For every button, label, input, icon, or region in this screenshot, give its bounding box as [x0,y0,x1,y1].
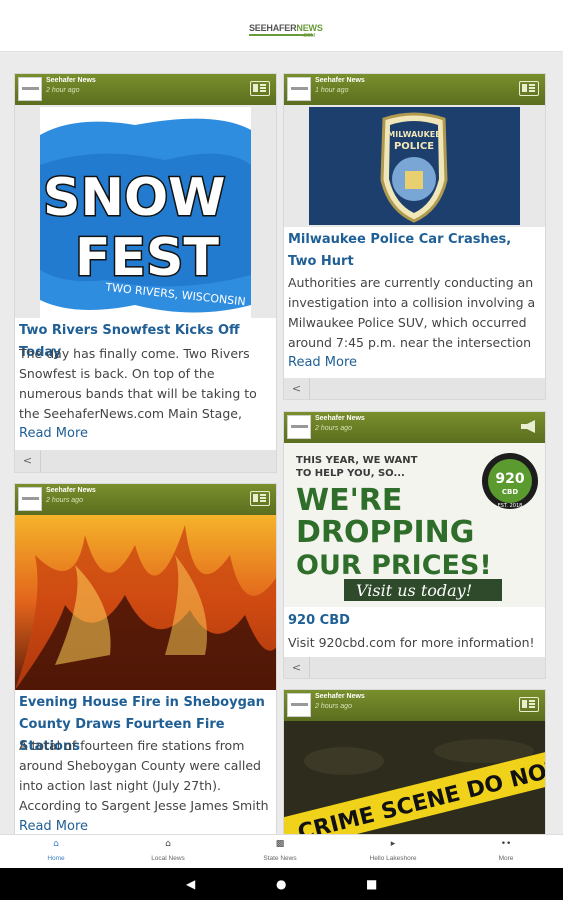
ad-line-4: DROPPING [296,515,474,550]
nav-label: Local News [151,855,185,862]
card-header: Seehafer News 1 hour ago [284,74,545,105]
fest-text: FEST [75,228,219,288]
post-time: 2 hours ago [315,425,352,432]
article-type-icon[interactable] [519,81,539,96]
card-header: Seehafer News 2 hour ago [15,74,276,105]
building-icon: ▩ [275,839,285,849]
read-more-link[interactable]: Read More [288,355,357,370]
source-name: Seehafer News [315,415,365,422]
article-excerpt: A total of fourteen fire stations from a… [19,738,269,813]
nav-state-news[interactable]: ▩ State News [224,835,336,869]
nav-label: State News [263,855,297,862]
ad-line-3: WE'RE [296,483,402,518]
article-type-icon[interactable] [519,697,539,712]
post-time: 2 hours ago [46,497,83,504]
article-excerpt: The day has finally come. Two Rivers Sno… [19,346,257,421]
home-button-icon[interactable]: ● [276,877,286,891]
article-image[interactable] [15,515,276,690]
card-actions: < [284,657,545,678]
badge-bottom-text: POLICE [394,141,434,152]
system-navigation-bar: ◀ ● ■ [0,868,563,900]
news-card-snowfest[interactable]: Seehafer News 2 hour ago SNOW FEST TWO R… [14,73,277,473]
nav-more[interactable]: •• More [450,835,562,869]
crime-scene-image: CRIME SCENE DO NOT CROSS [284,721,545,834]
source-avatar [287,415,311,439]
card-actions: < [15,450,276,472]
card-actions: < [284,378,545,399]
news-card-crime-scene[interactable]: Seehafer News 2 hours ago CRIME SCENE DO… [283,689,546,835]
post-time: 1 hour ago [315,87,349,94]
ad-cta: Visit us today! [356,581,472,600]
logo-accent: NEWS [296,23,323,33]
seehafer-news-logo[interactable]: SEEHAFERNEWS .COM [249,23,323,41]
bottom-navigation: ⌂ Home ⌂ Local News ▩ State News ▸ Hello… [0,834,563,868]
logo-main: SEEHAFER [249,23,297,33]
ad-image[interactable]: THIS YEAR, WE WANT TO HELP YOU, SO... WE… [284,443,545,607]
share-icon[interactable]: < [284,378,310,399]
share-icon[interactable]: < [15,450,41,472]
back-icon[interactable]: ◀ [186,877,195,891]
read-more-link[interactable]: Read More [19,819,88,834]
card-header: Seehafer News 2 hours ago [284,412,545,443]
article-image[interactable]: SNOW FEST TWO RIVERS, WISCONSIN [15,105,276,318]
article-type-icon[interactable] [250,491,270,506]
nav-hello-lakeshore[interactable]: ▸ Hello Lakeshore [337,835,449,869]
nav-label: Hello Lakeshore [369,855,417,862]
snow-text: SNOW [43,168,226,228]
badge-cbd: CBD [502,488,518,496]
cbd-ad-image: THIS YEAR, WE WANT TO HELP YOU, SO... WE… [288,445,543,605]
recents-icon[interactable]: ■ [366,877,377,891]
nav-label: Home [47,855,65,862]
source-name: Seehafer News [315,77,365,84]
badge-top-text: MILWAUKEE [387,130,440,139]
news-card-milwaukee-police[interactable]: Seehafer News 1 hour ago MILWAUKEE POLIC… [283,73,546,400]
source-avatar [18,487,42,511]
ad-line-5: OUR PRICES! [296,550,492,581]
logo-sub: .COM [301,33,315,39]
post-time: 2 hour ago [46,87,80,94]
source-name: Seehafer News [315,693,365,700]
police-badge-image: MILWAUKEE POLICE [309,107,520,225]
ad-excerpt: Visit 920cbd.com for more information! [288,635,535,650]
ad-headline[interactable]: 920 CBD [288,610,541,632]
more-icon: •• [500,839,512,849]
ad-line-1: THIS YEAR, WE WANT [296,455,418,466]
badge-est: EST. 2018 [498,503,523,509]
share-icon[interactable]: < [284,657,310,678]
article-excerpt: Authorities are currently conducting an … [288,275,536,350]
article-image[interactable]: CRIME SCENE DO NOT CROSS [284,721,545,834]
ad-card-920cbd[interactable]: Seehafer News 2 hours ago THIS YEAR, WE … [283,411,546,679]
badge-920: 920 [495,471,524,487]
app-header: SEEHAFERNEWS .COM [0,0,563,52]
speaker-icon: ▸ [390,839,396,849]
ad-line-2: TO HELP YOU, SO... [296,468,405,479]
article-headline[interactable]: Milwaukee Police Car Crashes, Two Hurt [288,229,541,273]
source-avatar [287,693,311,717]
home-icon: ⌂ [53,839,59,849]
source-avatar [287,77,311,101]
source-name: Seehafer News [46,77,96,84]
megaphone-icon[interactable] [519,419,539,434]
post-time: 2 hours ago [315,703,352,710]
source-name: Seehafer News [46,487,96,494]
home-icon: ⌂ [165,839,171,849]
source-avatar [18,77,42,101]
fire-image [15,515,276,690]
nav-home[interactable]: ⌂ Home [0,835,112,869]
article-image[interactable]: MILWAUKEE POLICE [284,105,545,227]
card-header: Seehafer News 2 hours ago [284,690,545,721]
snowfest-logo-image: SNOW FEST TWO RIVERS, WISCONSIN [40,107,251,318]
nav-label: More [498,855,514,862]
article-type-icon[interactable] [250,81,270,96]
nav-local-news[interactable]: ⌂ Local News [112,835,224,869]
card-header: Seehafer News 2 hours ago [15,484,276,515]
read-more-link[interactable]: Read More [19,426,88,441]
news-card-house-fire[interactable]: Seehafer News 2 hours ago Evening House … [14,483,277,835]
